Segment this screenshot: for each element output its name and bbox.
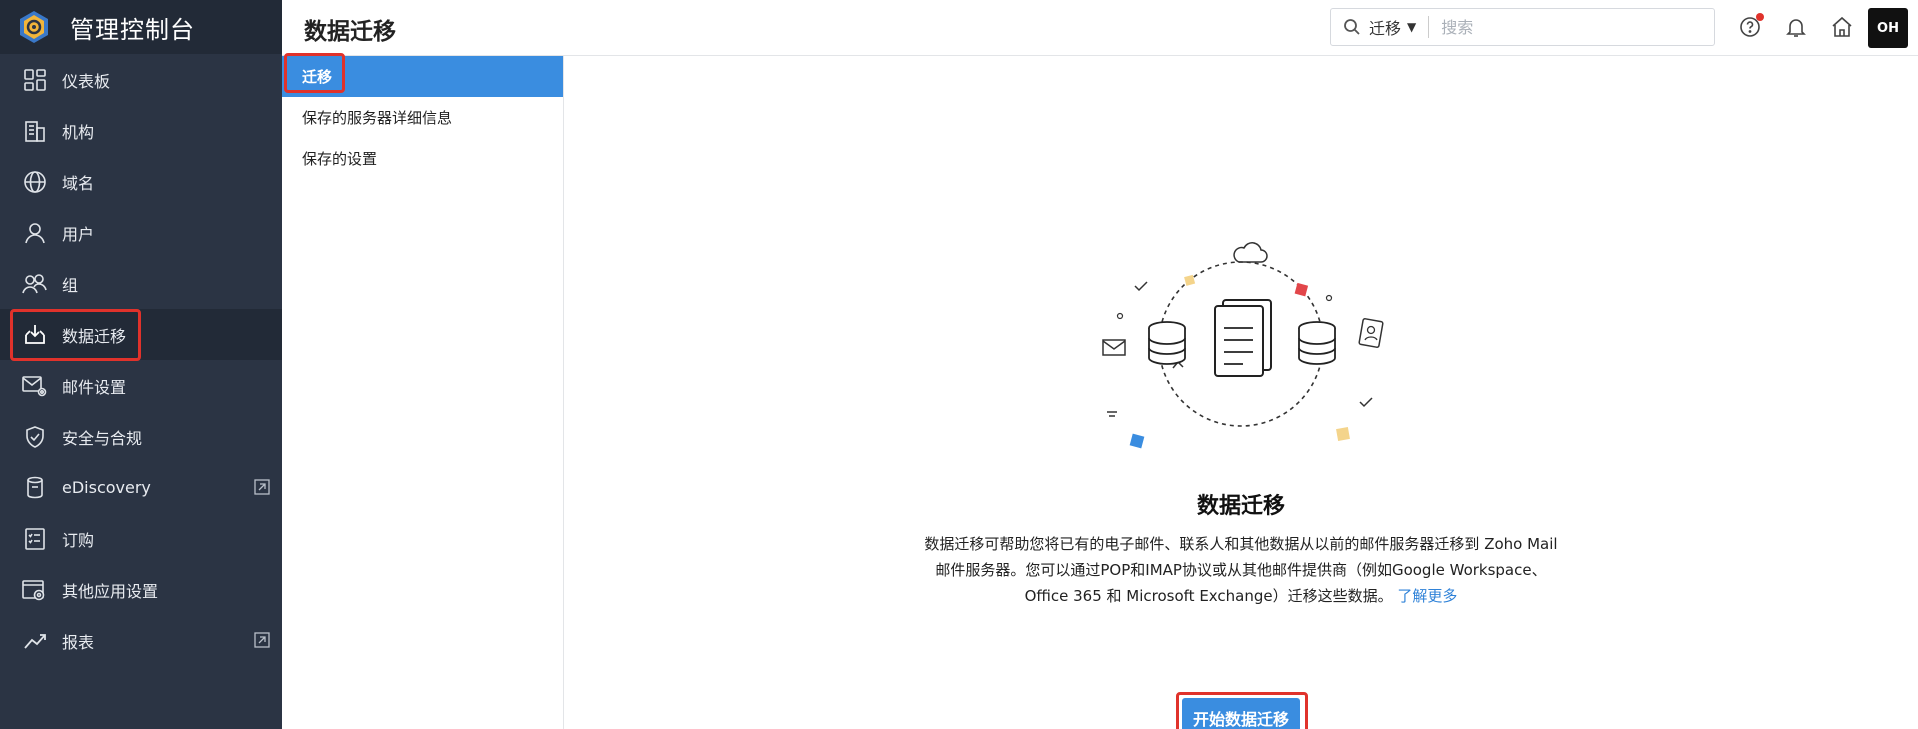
admin-console: 管理控制台 仪表板 机构 域名 用户 组 数据迁移 邮件设置 安全与合规 eDi… xyxy=(0,0,1918,729)
reports-icon xyxy=(22,628,48,654)
building-icon xyxy=(22,118,48,144)
start-data-migration-button[interactable]: 开始数据迁移 xyxy=(1182,698,1300,729)
sidebar-item-groups[interactable]: 组 xyxy=(0,258,282,309)
top-header: 数据迁移 迁移 ▼ OH xyxy=(282,0,1918,56)
search-icon xyxy=(1344,19,1360,35)
sidebar-item-label: 用户 xyxy=(62,224,95,244)
globe-icon xyxy=(22,169,48,195)
page-title: 数据迁移 xyxy=(304,19,396,45)
sidebar-item-label: eDiscovery xyxy=(62,478,151,497)
chevron-down-icon[interactable]: ▼ xyxy=(1407,20,1416,34)
brand: 管理控制台 xyxy=(0,0,282,54)
home-icon xyxy=(1832,16,1852,37)
subnav-item-migration[interactable]: 迁移 xyxy=(282,56,563,97)
sidebar-item-data-migration[interactable]: 数据迁移 xyxy=(0,309,282,360)
sub-navigation: 迁移 保存的服务器详细信息 保存的设置 xyxy=(282,56,564,729)
sidebar-item-label: 仪表板 xyxy=(62,71,111,91)
migration-description: 数据迁移可帮助您将已有的电子邮件、联系人和其他数据从以前的邮件服务器迁移到 Zo… xyxy=(924,531,1558,609)
external-link-icon[interactable] xyxy=(254,479,270,495)
sidebar-item-label: 邮件设置 xyxy=(62,377,127,397)
home-button[interactable] xyxy=(1830,15,1854,39)
sidebar-item-label: 报表 xyxy=(62,632,95,652)
sidebar-item-dashboard[interactable]: 仪表板 xyxy=(0,54,282,105)
migration-icon xyxy=(22,322,48,348)
app-settings-icon xyxy=(22,577,48,603)
sidebar-item-label: 其他应用设置 xyxy=(62,581,159,601)
data-migration-illustration-icon xyxy=(1102,242,1384,449)
sidebar-item-label: 机构 xyxy=(62,122,95,142)
migration-title: 数据迁移 xyxy=(1196,494,1285,519)
sidebar-item-label: 订购 xyxy=(62,530,95,550)
help-button[interactable] xyxy=(1738,13,1764,39)
sidebar-item-security[interactable]: 安全与合规 xyxy=(0,411,282,462)
learn-more-link[interactable]: 了解更多 xyxy=(1397,587,1457,605)
sidebar-item-domains[interactable]: 域名 xyxy=(0,156,282,207)
subnav-item-saved-server-details[interactable]: 保存的服务器详细信息 xyxy=(282,97,563,138)
search-input[interactable] xyxy=(1441,17,1682,37)
sidebar-item-label: 数据迁移 xyxy=(62,326,127,346)
subnav-item-saved-settings[interactable]: 保存的设置 xyxy=(282,138,563,179)
sidebar-item-organization[interactable]: 机构 xyxy=(0,105,282,156)
sidebar-item-reports[interactable]: 报表 xyxy=(0,615,282,666)
bell-icon xyxy=(1786,19,1806,37)
description-text: 数据迁移可帮助您将已有的电子邮件、联系人和其他数据从以前的邮件服务器迁移到 Zo… xyxy=(924,535,1558,605)
dashboard-icon xyxy=(22,67,48,93)
ediscovery-icon xyxy=(22,475,48,501)
admin-console-logo-icon xyxy=(20,11,48,43)
notification-dot xyxy=(1756,13,1764,21)
avatar[interactable]: OH xyxy=(1868,8,1908,48)
sidebar-item-label: 组 xyxy=(62,275,79,295)
search-scope[interactable]: 迁移 xyxy=(1369,15,1401,39)
sidebar-item-label: 域名 xyxy=(62,173,95,193)
group-icon xyxy=(22,271,48,297)
main-content: 数据迁移 数据迁移可帮助您将已有的电子邮件、联系人和其他数据从以前的邮件服务器迁… xyxy=(564,56,1918,729)
sidebar-item-label: 安全与合规 xyxy=(62,428,143,448)
brand-title: 管理控制台 xyxy=(70,15,195,44)
sidebar-item-users[interactable]: 用户 xyxy=(0,207,282,258)
shield-icon xyxy=(22,424,48,450)
user-icon xyxy=(22,220,48,246)
subscription-icon xyxy=(22,526,48,552)
notifications-button[interactable] xyxy=(1784,15,1808,39)
sidebar-item-app-settings[interactable]: 其他应用设置 xyxy=(0,564,282,615)
sidebar-item-mail-settings[interactable]: 邮件设置 xyxy=(0,360,282,411)
sidebar-item-ediscovery[interactable]: eDiscovery xyxy=(0,462,282,513)
sidebar-item-subscription[interactable]: 订购 xyxy=(0,513,282,564)
mail-settings-icon xyxy=(22,373,48,399)
search-bar[interactable]: 迁移 ▼ xyxy=(1330,8,1715,46)
external-link-icon[interactable] xyxy=(254,632,270,648)
sidebar: 管理控制台 仪表板 机构 域名 用户 组 数据迁移 邮件设置 安全与合规 eDi… xyxy=(0,0,282,729)
sidebar-nav: 仪表板 机构 域名 用户 组 数据迁移 邮件设置 安全与合规 eDiscover… xyxy=(0,54,282,666)
search-divider xyxy=(1428,16,1430,38)
